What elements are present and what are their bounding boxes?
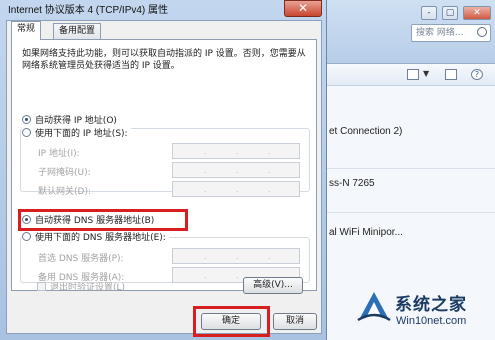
chevron-down-icon[interactable]: ▼ <box>423 69 429 78</box>
dns-manual-label: 使用下面的 DNS 服务器地址(E): <box>35 233 166 243</box>
search-input[interactable]: 搜索 网络... <box>411 24 491 42</box>
view-options-icon[interactable] <box>407 69 419 80</box>
default-gateway-input[interactable]: ... <box>172 181 300 197</box>
ip-manual-label: 使用下面的 IP 地址(S): <box>35 129 128 139</box>
maximize-button[interactable]: ▢ <box>442 6 458 20</box>
subnet-mask-input[interactable]: ... <box>172 162 300 178</box>
tab-general[interactable]: 常规 <box>11 21 42 40</box>
preview-pane-icon[interactable] <box>445 69 457 80</box>
watermark-logo-icon <box>357 292 391 322</box>
search-placeholder: 搜索 网络... <box>416 28 464 38</box>
search-icon <box>477 27 487 37</box>
preferred-dns-input[interactable]: ... <box>172 248 300 264</box>
watermark-url: Win10net.com <box>396 315 467 327</box>
ip-manual-radio[interactable] <box>22 128 31 137</box>
advanced-button[interactable]: 高级(V)... <box>243 277 303 294</box>
validate-option[interactable]: 退出时验证设置(L) <box>37 280 125 293</box>
ip-address-input[interactable]: ... <box>172 143 300 159</box>
preferred-dns-label: 首选 DNS 服务器(P): <box>38 254 124 264</box>
dns-manual-option[interactable]: 使用下面的 DNS 服务器地址(E): <box>22 232 169 244</box>
view-toolbar: ▼ ? <box>327 64 495 86</box>
default-gateway-label: 默认网关(D): <box>38 187 91 197</box>
ip-auto-option[interactable]: 自动获得 IP 地址(O) <box>22 115 117 127</box>
ip-address-label: IP 地址(I): <box>38 149 80 159</box>
connection-item[interactable]: al WiFi Minipor... <box>329 227 403 238</box>
subnet-mask-label: 子网掩码(U): <box>38 168 91 178</box>
ip-manual-option[interactable]: 使用下面的 IP 地址(S): <box>22 128 131 140</box>
general-tab-panel: 如果网络支持此功能，则可以获取自动指派的 IP 设置。否则，您需要从网络系统管理… <box>11 39 317 291</box>
dialog-title: Internet 协议版本 4 (TCP/IPv4) 属性 <box>8 5 169 16</box>
background-window: - ▢ ✕ 搜索 网络... ▼ ? et Connection 2) ss-N… <box>326 0 495 340</box>
tcpip-properties-dialog: Internet 协议版本 4 (TCP/IPv4) 属性 ✕ 常规 备用配置 … <box>0 0 327 340</box>
background-titlebar: - ▢ ✕ 搜索 网络... <box>327 0 495 64</box>
connection-item[interactable]: ss-N 7265 <box>329 178 375 189</box>
dialog-close-button[interactable]: ✕ <box>284 0 322 17</box>
ok-highlight <box>193 306 270 337</box>
connection-item[interactable]: et Connection 2) <box>329 126 402 137</box>
validate-checkbox[interactable] <box>37 282 46 291</box>
divider <box>327 212 495 213</box>
dns-auto-highlight <box>18 209 188 231</box>
minimize-button[interactable]: - <box>421 6 437 20</box>
divider <box>327 168 495 169</box>
validate-label: 退出时验证设置(L) <box>50 283 126 293</box>
ip-auto-radio[interactable] <box>22 115 31 124</box>
dns-manual-radio[interactable] <box>22 232 31 241</box>
tab-alternate-config[interactable]: 备用配置 <box>53 23 102 39</box>
ip-auto-label: 自动获得 IP 地址(O) <box>35 116 117 126</box>
help-icon[interactable]: ? <box>471 69 483 80</box>
watermark-title: 系统之家 <box>395 295 467 315</box>
close-window-button[interactable]: ✕ <box>463 6 491 20</box>
description-text: 如果网络支持此功能，则可以获取自动指派的 IP 设置。否则，您需要从网络系统管理… <box>22 49 306 71</box>
cancel-button[interactable]: 取消 <box>273 313 317 330</box>
dialog-client-area: 常规 备用配置 如果网络支持此功能，则可以获取自动指派的 IP 设置。否则，您需… <box>6 20 322 337</box>
